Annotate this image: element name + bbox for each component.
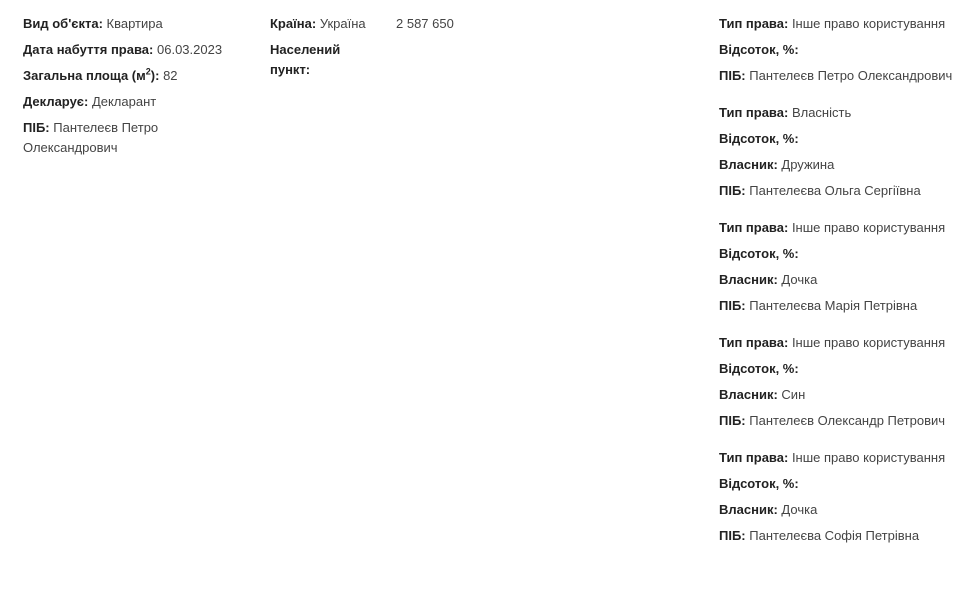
object-type-label: Вид об'єкта:	[23, 16, 103, 31]
right-type-row: Тип права: Інше право користування	[719, 448, 969, 468]
right-group: Тип права: Інше право користування Відсо…	[719, 333, 969, 431]
object-pib-row: ПІБ: Пантелеєв Петро Олександрович	[23, 118, 253, 158]
total-area-label: Загальна площа (м2):	[23, 67, 160, 83]
percent-label: Відсоток, %:	[719, 131, 799, 146]
acquired-date-row: Дата набуття права: 06.03.2023	[23, 40, 253, 60]
owner-value: Дочка	[781, 272, 818, 287]
value-row: 2 587 650	[396, 14, 516, 34]
right-type-label: Тип права:	[719, 450, 789, 465]
total-area-label-prefix: Загальна площа (м	[23, 68, 146, 83]
rights-column: Тип права: Інше право користування Відсо…	[719, 14, 969, 552]
declarant-label: Декларує:	[23, 94, 89, 109]
right-pib-value: Пантелеєва Софія Петрівна	[749, 528, 920, 543]
owner-value: Син	[781, 387, 806, 402]
object-type-row: Вид об'єкта: Квартира	[23, 14, 253, 34]
right-group: Тип права: Власність Відсоток, %: Власни…	[719, 103, 969, 201]
right-type-label: Тип права:	[719, 220, 789, 235]
right-pib-label: ПІБ:	[719, 183, 746, 198]
right-pib-label: ПІБ:	[719, 68, 746, 83]
right-group: Тип права: Інше право користування Відсо…	[719, 448, 969, 546]
owner-label: Власник:	[719, 157, 778, 172]
declarant-value: Декларант	[91, 94, 157, 109]
right-type-value: Інше право користування	[791, 16, 946, 31]
owner-label: Власник:	[719, 502, 778, 517]
right-type-value: Інше право користування	[791, 335, 946, 350]
object-value-amount: 2 587 650	[396, 16, 454, 31]
right-type-row: Тип права: Інше право користування	[719, 218, 969, 238]
right-pib-value: Пантелеєв Олександр Петрович	[749, 413, 946, 428]
object-info-column: Вид об'єкта: Квартира Дата набуття права…	[23, 14, 253, 164]
right-group: Тип права: Інше право користування Відсо…	[719, 14, 969, 86]
right-type-value: Інше право користування	[791, 450, 946, 465]
country-value: Україна	[319, 16, 366, 31]
right-type-label: Тип права:	[719, 16, 789, 31]
owner-value: Дружина	[781, 157, 835, 172]
right-pib-row: ПІБ: Пантелеєв Олександр Петрович	[719, 411, 969, 431]
right-pib-row: ПІБ: Пантелеєва Ольга Сергіївна	[719, 181, 969, 201]
country-row: Країна: Україна	[270, 14, 380, 34]
right-pib-label: ПІБ:	[719, 528, 746, 543]
settlement-row: Населений пункт:	[270, 40, 380, 80]
percent-label: Відсоток, %:	[719, 246, 799, 261]
percent-row: Відсоток, %:	[719, 129, 969, 149]
right-type-value: Власність	[791, 105, 852, 120]
right-type-row: Тип права: Інше право користування	[719, 14, 969, 34]
right-group: Тип права: Інше право користування Відсо…	[719, 218, 969, 316]
percent-row: Відсоток, %:	[719, 40, 969, 60]
right-pib-row: ПІБ: Пантелеєва Софія Петрівна	[719, 526, 969, 546]
owner-value: Дочка	[781, 502, 818, 517]
percent-row: Відсоток, %:	[719, 244, 969, 264]
percent-row: Відсоток, %:	[719, 474, 969, 494]
right-pib-label: ПІБ:	[719, 298, 746, 313]
acquired-date-value: 06.03.2023	[157, 42, 223, 57]
total-area-label-suffix: ):	[150, 68, 160, 83]
total-area-row: Загальна площа (м2): 82	[23, 66, 253, 86]
object-pib-label: ПІБ:	[23, 120, 50, 135]
owner-label: Власник:	[719, 272, 778, 287]
right-type-row: Тип права: Інше право користування	[719, 333, 969, 353]
right-type-value: Інше право користування	[791, 220, 946, 235]
location-column: Країна: Україна Населений пункт:	[270, 14, 380, 86]
right-type-row: Тип права: Власність	[719, 103, 969, 123]
owner-label: Власник:	[719, 387, 778, 402]
acquired-date-label: Дата набуття права:	[23, 42, 154, 57]
percent-label: Відсоток, %:	[719, 476, 799, 491]
object-type-value: Квартира	[106, 16, 163, 31]
owner-row: Власник: Дружина	[719, 155, 969, 175]
right-pib-label: ПІБ:	[719, 413, 746, 428]
right-pib-value: Пантелеєва Ольга Сергіївна	[749, 183, 921, 198]
right-pib-value: Пантелеєв Петро Олександрович	[749, 68, 953, 83]
percent-label: Відсоток, %:	[719, 42, 799, 57]
owner-row: Власник: Син	[719, 385, 969, 405]
settlement-label: Населений пункт:	[270, 42, 341, 77]
right-pib-row: ПІБ: Пантелеєва Марія Петрівна	[719, 296, 969, 316]
owner-row: Власник: Дочка	[719, 270, 969, 290]
right-type-label: Тип права:	[719, 335, 789, 350]
right-pib-value: Пантелеєва Марія Петрівна	[749, 298, 918, 313]
value-column: 2 587 650	[396, 14, 516, 40]
right-type-label: Тип права:	[719, 105, 789, 120]
country-label: Країна:	[270, 16, 317, 31]
percent-row: Відсоток, %:	[719, 359, 969, 379]
total-area-value: 82	[163, 68, 178, 83]
declarant-row: Декларує: Декларант	[23, 92, 253, 112]
percent-label: Відсоток, %:	[719, 361, 799, 376]
right-pib-row: ПІБ: Пантелеєв Петро Олександрович	[719, 66, 969, 86]
owner-row: Власник: Дочка	[719, 500, 969, 520]
